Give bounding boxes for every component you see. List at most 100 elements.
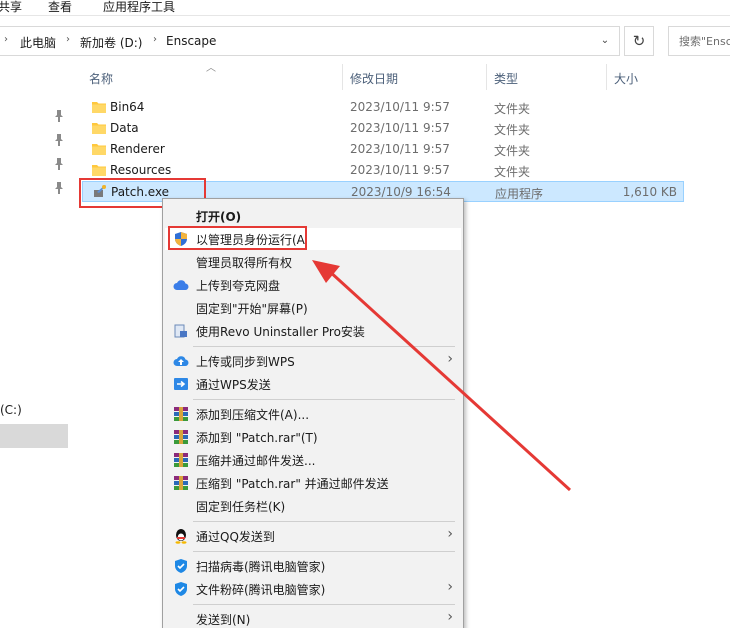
menu-item-label: 管理员取得所有权 <box>196 256 293 270</box>
file-name: Resources <box>110 163 172 177</box>
menu-separator <box>193 399 455 400</box>
menu-item-label: 通过QQ发送到 <box>196 530 275 544</box>
file-name: Data <box>110 121 139 135</box>
menu-item-upload-wps[interactable]: 上传或同步到WPS › <box>165 350 461 372</box>
menu-item-send-qq[interactable]: 通过QQ发送到 › <box>165 525 461 547</box>
menu-item-compress-email[interactable]: 压缩并通过邮件发送... <box>165 449 461 471</box>
menu-item-scan-virus[interactable]: 扫描病毒(腾讯电脑管家) <box>165 555 461 577</box>
file-date: 2023/10/9 16:54 <box>351 185 451 199</box>
column-name[interactable]: 名称 <box>89 70 113 87</box>
file-name: Bin64 <box>110 100 145 114</box>
menu-separator <box>193 346 455 347</box>
folder-icon <box>92 102 106 113</box>
highlight-box <box>168 226 307 250</box>
menu-item-label: 文件粉碎(腾讯电脑管家) <box>196 583 326 597</box>
navigation-pane: (C:) <box>0 60 72 628</box>
menu-item-label: 上传到夸克网盘 <box>196 279 281 293</box>
menu-item-send-to[interactable]: 发送到(N) › <box>165 608 461 628</box>
menu-item-label: 固定到任务栏(K) <box>196 500 286 514</box>
file-type: 应用程序 <box>495 187 544 201</box>
menu-item-label: 上传或同步到WPS <box>196 355 295 369</box>
menu-item-add-archive[interactable]: 添加到压缩文件(A)... <box>165 403 461 425</box>
search-input[interactable] <box>669 27 730 55</box>
menu-separator <box>193 551 455 552</box>
menu-item-label: 压缩到 "Patch.rar" 并通过邮件发送 <box>196 477 389 491</box>
winrar-icon <box>174 476 188 490</box>
menu-item-label: 使用Revo Uninstaller Pro安装 <box>196 325 365 339</box>
context-menu: 打开(O) 以管理员身份运行(A 管理员取得所有权 上传到夸克网盘 固定到"开始… <box>162 198 464 628</box>
column-type[interactable]: 类型 <box>494 70 518 87</box>
file-date: 2023/10/11 9:57 <box>350 100 450 114</box>
pin-icon[interactable] <box>54 158 64 170</box>
upload-cloud-icon <box>173 356 189 367</box>
nav-item-selected[interactable] <box>0 424 68 448</box>
sort-up-icon: ︿ <box>206 63 216 74</box>
menu-item-open[interactable]: 打开(O) <box>165 205 461 227</box>
tencent-shield-icon <box>175 559 187 573</box>
tencent-shield-icon <box>175 582 187 596</box>
column-modified[interactable]: 修改日期 <box>350 70 398 87</box>
file-type: 文件夹 <box>494 165 531 179</box>
chevron-right-icon[interactable]: › <box>4 34 8 45</box>
column-divider[interactable] <box>606 64 607 90</box>
file-type: 文件夹 <box>494 123 531 137</box>
chevron-right-icon[interactable]: › <box>153 34 157 45</box>
breadcrumb-enscape[interactable]: Enscape <box>166 34 216 48</box>
column-size[interactable]: 大小 <box>614 70 638 87</box>
winrar-icon <box>174 430 188 444</box>
file-type: 文件夹 <box>494 144 531 158</box>
address-bar[interactable]: › 此电脑 › 新加卷 (D:) › Enscape ⌄ <box>0 26 620 56</box>
column-divider[interactable] <box>342 64 343 90</box>
file-row[interactable]: Data 2023/10/11 9:57 文件夹 <box>82 118 684 139</box>
menu-item-label: 通过WPS发送 <box>196 378 271 392</box>
file-type: 文件夹 <box>494 102 531 116</box>
menu-separator <box>193 521 455 522</box>
qq-penguin-icon <box>175 529 187 544</box>
chevron-right-icon[interactable]: › <box>66 34 70 45</box>
refresh-button[interactable]: ↻ <box>624 26 654 56</box>
menu-item-compress-patch-email[interactable]: 压缩到 "Patch.rar" 并通过邮件发送 <box>165 472 461 494</box>
file-size: 1,610 KB <box>622 185 677 199</box>
tab-view[interactable]: 查看 <box>48 0 72 15</box>
nav-item-drive-c[interactable]: (C:) <box>0 403 22 417</box>
pin-icon[interactable] <box>54 182 64 194</box>
menu-item-label: 压缩并通过邮件发送... <box>196 454 316 468</box>
submenu-chevron-icon: › <box>447 526 453 542</box>
menu-item-label: 添加到压缩文件(A)... <box>196 408 310 422</box>
menu-item-label: 扫描病毒(腾讯电脑管家) <box>196 560 326 574</box>
folder-icon <box>92 144 106 155</box>
ribbon-tabs: 共享 查看 应用程序工具 <box>0 0 730 16</box>
menu-item-pin-taskbar[interactable]: 固定到任务栏(K) <box>165 495 461 517</box>
tab-share[interactable]: 共享 <box>0 0 22 15</box>
submenu-chevron-icon: › <box>447 609 453 625</box>
menu-item-revo[interactable]: 使用Revo Uninstaller Pro安装 <box>165 320 461 342</box>
file-date: 2023/10/11 9:57 <box>350 142 450 156</box>
winrar-icon <box>174 407 188 421</box>
column-divider[interactable] <box>486 64 487 90</box>
menu-item-label: 发送到(N) <box>196 613 251 627</box>
address-row: › 此电脑 › 新加卷 (D:) › Enscape ⌄ ↻ <box>0 26 730 56</box>
winrar-icon <box>174 453 188 467</box>
pin-icon[interactable] <box>54 110 64 122</box>
menu-item-label: 添加到 "Patch.rar"(T) <box>196 431 318 445</box>
search-box[interactable] <box>668 26 730 56</box>
column-header: ︿ 名称 修改日期 类型 大小 <box>72 60 692 92</box>
menu-item-shred[interactable]: 文件粉碎(腾讯电脑管家) › <box>165 578 461 600</box>
menu-item-upload-quark[interactable]: 上传到夸克网盘 <box>165 274 461 296</box>
breadcrumb-this-pc[interactable]: 此电脑 <box>20 34 56 51</box>
pin-icon[interactable] <box>54 134 64 146</box>
menu-item-take-ownership[interactable]: 管理员取得所有权 <box>165 251 461 273</box>
submenu-chevron-icon: › <box>447 351 453 367</box>
menu-item-pin-start[interactable]: 固定到"开始"屏幕(P) <box>165 297 461 319</box>
menu-item-add-patch-rar[interactable]: 添加到 "Patch.rar"(T) <box>165 426 461 448</box>
chevron-down-icon[interactable]: ⌄ <box>597 33 613 49</box>
menu-item-send-wps[interactable]: 通过WPS发送 <box>165 373 461 395</box>
revo-uninstaller-icon <box>174 324 187 338</box>
file-name: Renderer <box>110 142 165 156</box>
file-row[interactable]: Bin64 2023/10/11 9:57 文件夹 <box>82 97 684 118</box>
breadcrumb-drive-d[interactable]: 新加卷 (D:) <box>80 34 142 51</box>
file-row[interactable]: Renderer 2023/10/11 9:57 文件夹 <box>82 139 684 160</box>
tab-app-tools[interactable]: 应用程序工具 <box>103 0 175 15</box>
file-date: 2023/10/11 9:57 <box>350 121 450 135</box>
send-arrow-icon <box>174 378 188 390</box>
